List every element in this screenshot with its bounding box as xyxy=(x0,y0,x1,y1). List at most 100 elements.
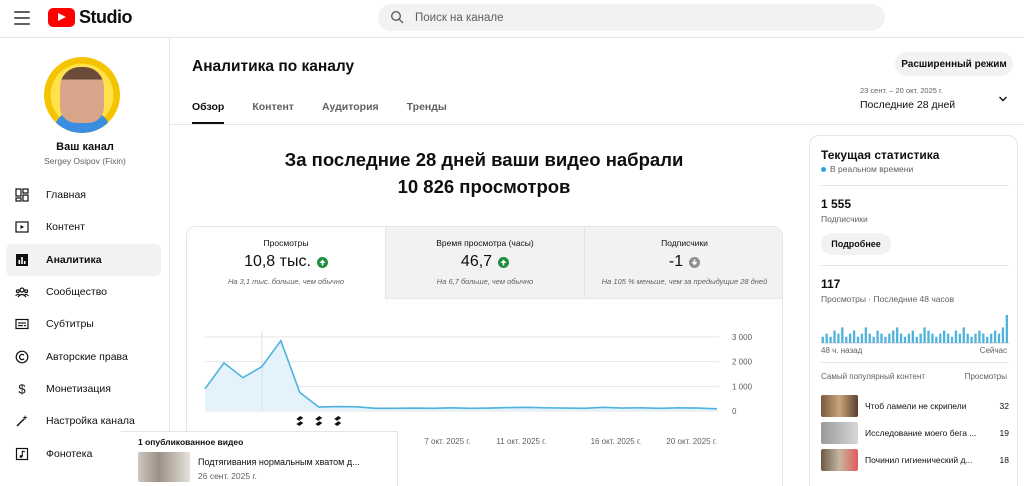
spark-bar xyxy=(919,333,922,343)
studio-logo[interactable]: Studio xyxy=(48,7,133,28)
see-more-button[interactable]: Подробнее xyxy=(821,233,891,255)
spark-bar xyxy=(829,336,832,343)
realtime-subscribers-label: Подписчики xyxy=(821,214,868,224)
top-content-metric: Просмотры xyxy=(964,372,1007,381)
metric-value: 10,8 тыс. xyxy=(244,253,311,270)
advanced-mode-button[interactable]: Расширенный режим xyxy=(895,52,1013,76)
sidebar-item-content[interactable]: Контент xyxy=(6,211,161,243)
divider xyxy=(821,362,1009,363)
metric-label: Подписчики xyxy=(661,238,708,248)
top-content-row[interactable]: Чтоб ламели не скрипели 32 xyxy=(821,395,1009,417)
video-thumbnail[interactable] xyxy=(138,452,190,482)
sidebar-item-label: Авторские права xyxy=(46,350,128,363)
date-range-picker[interactable]: 23 сент. – 20 окт. 2025 г. Последние 28 … xyxy=(860,86,955,111)
spark-bar xyxy=(852,330,856,343)
metric-value-row: 46,7 xyxy=(386,253,584,271)
sidebar-item-community[interactable]: Сообщество xyxy=(6,276,161,308)
realtime-views: 117 xyxy=(821,277,841,291)
top-content-row[interactable]: Исследование моего бега ... 19 xyxy=(821,422,1009,444)
sidebar-item-copyright[interactable]: Авторские права xyxy=(6,340,161,372)
sidebar-item-monetization[interactable]: $ Монетизация xyxy=(6,373,161,405)
shorts-icon xyxy=(315,416,323,426)
spark-bar xyxy=(864,327,867,343)
y-tick-label: 2 000 xyxy=(732,358,753,367)
spark-bar xyxy=(841,327,844,343)
video-date: 26 сент. 2025 г. xyxy=(198,471,257,481)
spark-bar xyxy=(907,333,911,343)
spark-bar xyxy=(958,333,961,343)
spark-bar xyxy=(978,330,981,343)
tab-trends[interactable]: Тренды xyxy=(407,96,447,124)
spark-bar xyxy=(821,336,824,343)
spark-bar xyxy=(903,336,907,343)
video-thumbnail xyxy=(821,422,858,444)
tab-audience[interactable]: Аудитория xyxy=(322,96,379,124)
published-heading: 1 опубликованное видео xyxy=(138,437,244,447)
tab-overview[interactable]: Обзор xyxy=(192,96,225,124)
metric-note: На 105 % меньше, чем за предыдущие 28 дн… xyxy=(601,277,768,286)
sidebar-nav: Главная Контент Аналитика Сообщество Суб… xyxy=(6,179,161,470)
sidebar-item-label: Контент xyxy=(46,221,85,234)
top-content-row[interactable]: Починил гигиенический д... 18 xyxy=(821,449,1009,471)
spark-bar xyxy=(946,333,950,343)
channel-title: Ваш канал xyxy=(56,141,114,153)
spark-bar xyxy=(939,333,942,343)
shorts-icon xyxy=(296,416,304,426)
realtime-live-label: В реальном времени xyxy=(830,164,914,174)
realtime-sparkline xyxy=(821,315,1009,344)
chart-area xyxy=(205,340,717,411)
y-tick-label: 0 xyxy=(732,407,737,416)
y-tick-label: 1 000 xyxy=(732,382,753,391)
search-bar[interactable] xyxy=(378,4,885,31)
metric-value-row: -1 xyxy=(585,253,782,271)
sidebar-item-label: Фонотека xyxy=(46,447,93,460)
sidebar-item-label: Монетизация xyxy=(46,382,111,395)
subtitles-icon xyxy=(15,317,29,331)
spark-bar xyxy=(966,333,969,343)
monetization-icon: $ xyxy=(15,382,29,396)
metric-value-row: 10,8 тыс. xyxy=(187,253,385,271)
sidebar-item-analytics[interactable]: Аналитика xyxy=(6,243,161,276)
video-thumbnail xyxy=(821,395,858,417)
metric-tab-views[interactable]: Просмотры 10,8 тыс. На 3,1 тыс. больше, … xyxy=(187,227,386,299)
spark-bar xyxy=(849,333,852,343)
sidebar-item-subtitles[interactable]: Субтитры xyxy=(6,308,161,340)
metric-tab-watch-time[interactable]: Время просмотра (часы) 46,7 На 6,7 больш… xyxy=(386,227,585,299)
spark-bar xyxy=(997,333,1001,343)
spark-bar xyxy=(872,336,875,343)
divider xyxy=(821,265,1009,266)
search-icon xyxy=(390,10,404,24)
arrow-up-icon xyxy=(316,256,328,268)
spark-bar xyxy=(892,330,895,343)
content-icon xyxy=(15,220,29,234)
search-input[interactable] xyxy=(415,9,855,26)
dashboard-icon xyxy=(15,188,29,202)
sidebar-item-dashboard[interactable]: Главная xyxy=(6,179,161,211)
date-range-dates: 23 сент. – 20 окт. 2025 г. xyxy=(860,86,943,95)
chevron-down-icon[interactable] xyxy=(998,94,1008,104)
sidebar-item-label: Аналитика xyxy=(46,253,102,266)
analytics-icon xyxy=(15,253,29,267)
spark-axis-left: 48 ч. назад xyxy=(821,346,863,355)
spark-axis-right: Сейчас xyxy=(979,346,1007,355)
top-content-title: Исследование моего бега ... xyxy=(865,428,977,438)
audio-library-icon xyxy=(15,447,29,461)
tabs: Обзор Контент Аудитория Тренды xyxy=(192,96,475,124)
tab-content[interactable]: Контент xyxy=(252,96,294,124)
menu-icon[interactable] xyxy=(14,11,30,25)
spark-bar xyxy=(935,336,938,343)
top-content-title: Чтоб ламели не скрипели xyxy=(865,401,967,411)
spark-bar xyxy=(899,333,903,343)
spark-bar xyxy=(896,327,899,343)
metric-tab-subscribers[interactable]: Подписчики -1 На 105 % меньше, чем за пр… xyxy=(585,227,782,299)
spark-bar xyxy=(884,336,887,343)
y-tick-label: 3 000 xyxy=(732,333,753,342)
date-range-label: Последние 28 дней xyxy=(860,99,956,111)
avatar[interactable] xyxy=(44,57,120,133)
realtime-card: Текущая статистика В реальном времени 1 … xyxy=(809,135,1018,486)
tabs-divider xyxy=(170,124,1024,125)
video-title[interactable]: Подтягивания нормальным хватом д... xyxy=(198,457,360,467)
spark-bar xyxy=(1005,315,1008,343)
spark-bar xyxy=(927,330,930,343)
community-icon xyxy=(15,285,29,299)
